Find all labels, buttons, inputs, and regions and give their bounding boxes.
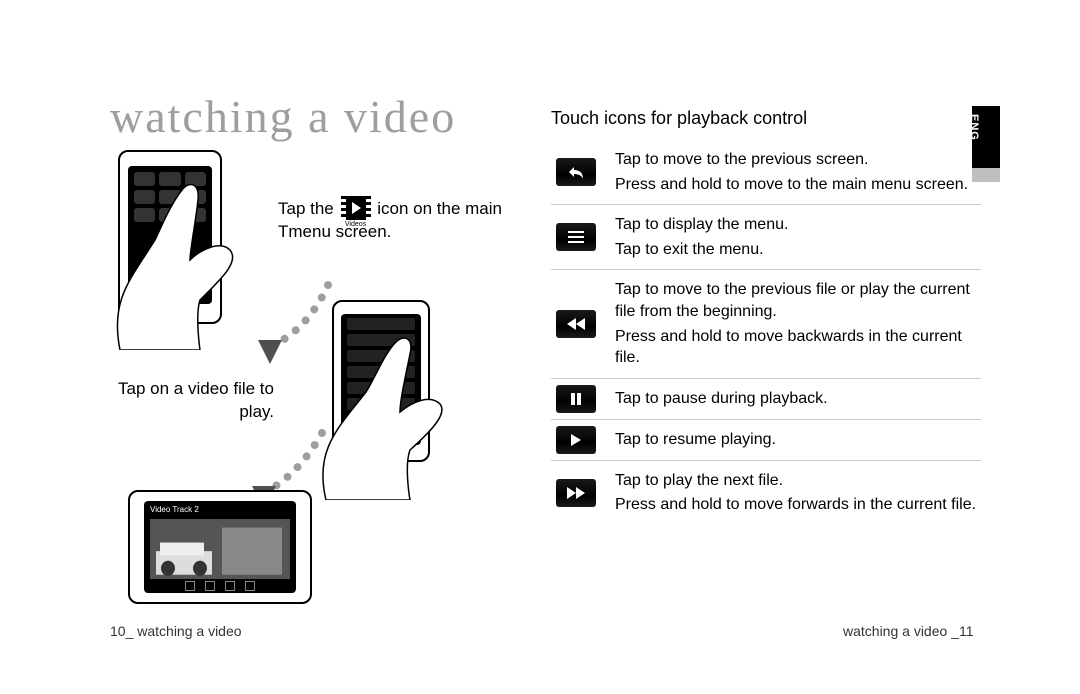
playback-controls-table: Tap to move to the previous screen. Pres… [551,140,981,525]
table-row: Tap to display the menu. Tap to exit the… [551,205,981,270]
device-step3: Video Track 2 [128,490,312,604]
pause-icon[interactable] [556,385,596,413]
menu-desc: Tap to display the menu. Tap to exit the… [601,211,981,263]
table-row: Tap to move to the previous file or play… [551,270,981,378]
device1-timestamp: 0:35 [134,291,150,300]
play-desc: Tap to resume playing. [601,426,981,454]
footer-left: 10_ watching a video [110,623,242,639]
previous-track-icon[interactable] [556,310,596,338]
pause-desc: Tap to pause during playback. [601,385,981,413]
device-step2 [332,300,430,462]
back-desc: Tap to move to the previous screen. Pres… [601,146,981,198]
step2-caption: Tap on a video file to play. [84,378,274,424]
play-icon[interactable] [556,426,596,454]
device3-title: Video Track 2 [150,505,199,514]
videos-icon-label: Videos [341,220,371,229]
section-title: watching a video [110,90,456,143]
language-tab[interactable]: ENG [972,106,1000,168]
table-row: Tap to play the next file. Press and hol… [551,461,981,525]
footer-right: watching a video _11 [843,623,974,639]
table-row: Tap to pause during playback. [551,379,981,420]
step1-pre: Tap the [278,199,339,218]
table-row: Tap to move to the previous screen. Pres… [551,140,981,205]
back-icon[interactable] [556,158,596,186]
table-row: Tap to resume playing. [551,420,981,461]
videos-icon: Videos [341,196,371,220]
menu-icon[interactable] [556,223,596,251]
playback-controls-heading: Touch icons for playback control [551,108,807,129]
next-desc: Tap to play the next file. Press and hol… [601,467,981,519]
step1-caption: Tap the Videos icon on the main Tmenu sc… [278,196,508,244]
device-step1: 0:35 [118,150,222,324]
previous-desc: Tap to move to the previous file or play… [601,276,981,371]
next-track-icon[interactable] [556,479,596,507]
language-tab-shadow [972,168,1000,182]
language-tab-label: ENG [968,114,980,141]
